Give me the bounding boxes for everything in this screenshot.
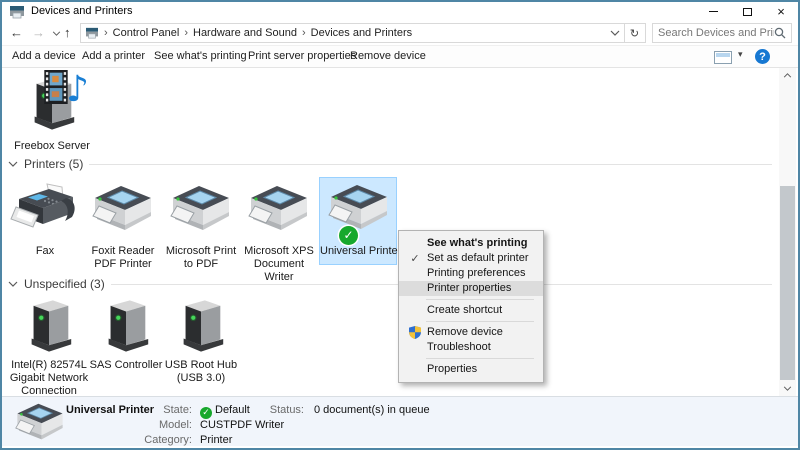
crumb-separator-icon: ›	[184, 27, 188, 39]
category-label: Category:	[122, 434, 192, 446]
printer-item-foxit-reader-pdf[interactable]: Foxit Reader PDF Printer	[84, 177, 162, 265]
refresh-button[interactable]: ↻	[624, 23, 646, 43]
status-value: 0 document(s) in queue	[314, 404, 430, 416]
back-button[interactable]: ←	[10, 25, 23, 40]
title-bar: Devices and Printers ×	[2, 2, 798, 21]
tower-device-icon	[97, 298, 155, 354]
printer-item-microsoft-print-to-pdf[interactable]: Microsoft Print to PDF	[162, 177, 240, 265]
menu-item-printing-preferences[interactable]: Printing preferences	[399, 266, 543, 281]
details-pane: Universal Printer State: ✓Default Model:…	[2, 396, 798, 446]
model-label: Model:	[122, 419, 192, 431]
see-whats-printing-button[interactable]: See what's printing	[154, 50, 247, 62]
collapse-chevron-icon	[8, 281, 18, 287]
address-bar: ← → ↑ › Control Panel › Hardware and Sou…	[2, 21, 798, 45]
close-button[interactable]: ×	[764, 2, 798, 21]
printer-label: Fax	[6, 245, 84, 258]
printer-icon	[91, 185, 155, 237]
device-item-freebox-server[interactable]: ♪ Freebox Server	[10, 70, 94, 156]
section-header-printers[interactable]: Printers (5)	[8, 157, 772, 171]
uac-shield-icon	[406, 325, 424, 340]
add-printer-button[interactable]: Add a printer	[82, 50, 145, 62]
menu-separator	[426, 358, 534, 359]
vertical-scrollbar[interactable]	[779, 68, 796, 396]
category-value: Printer	[200, 434, 232, 446]
section-header-unspecified[interactable]: Unspecified (3)	[8, 277, 772, 291]
status-label: Status:	[242, 404, 304, 416]
menu-item-remove-device[interactable]: Remove device	[399, 325, 543, 340]
device-label: USB Root Hub (USB 3.0)	[158, 359, 244, 385]
view-dropdown-icon[interactable]: ▾	[738, 50, 743, 60]
section-rule	[89, 164, 772, 165]
printer-label: Foxit Reader PDF Printer	[84, 245, 162, 271]
menu-item-properties[interactable]: Properties	[399, 362, 543, 377]
minimize-button[interactable]	[696, 2, 730, 21]
remove-device-button[interactable]: Remove device	[350, 50, 426, 62]
crumb-devices-and-printers[interactable]: Devices and Printers	[311, 27, 413, 39]
printer-icon	[327, 184, 391, 236]
filmstrip-icon	[44, 70, 68, 104]
menu-item-set-as-default[interactable]: ✓ Set as default printer	[399, 251, 543, 266]
printer-icon	[247, 185, 311, 237]
device-item-intel-network[interactable]: Intel(R) 82574L Gigabit Network Connecti…	[6, 296, 92, 396]
menu-item-create-shortcut[interactable]: Create shortcut	[399, 303, 543, 318]
printer-label: Universal Printer	[320, 245, 396, 258]
section-title: Printers (5)	[24, 157, 83, 171]
device-label: Freebox Server	[10, 140, 94, 153]
music-note-icon: ♪	[66, 72, 89, 108]
up-button[interactable]: ↑	[64, 25, 71, 40]
command-bar: Add a device Add a printer See what's pr…	[2, 45, 798, 68]
change-view-icon[interactable]	[714, 51, 732, 64]
tower-device-icon	[172, 298, 230, 354]
minimize-icon	[709, 11, 718, 12]
menu-separator	[426, 299, 534, 300]
maximize-button[interactable]	[730, 2, 764, 21]
menu-separator	[426, 321, 534, 322]
default-check-icon: ✓	[200, 407, 212, 419]
menu-item-see-whats-printing[interactable]: See what's printing	[399, 236, 543, 251]
scroll-down-icon[interactable]	[779, 381, 796, 396]
crumb-separator-icon: ›	[104, 27, 108, 39]
checkmark-icon: ✓	[406, 251, 424, 266]
section-title: Unspecified (3)	[24, 277, 105, 291]
printer-context-menu: See what's printing ✓ Set as default pri…	[398, 230, 544, 383]
model-value: CUSTPDF Writer	[200, 419, 284, 431]
history-dropdown-icon[interactable]	[52, 31, 61, 36]
breadcrumb[interactable]: › Control Panel › Hardware and Sound › D…	[80, 23, 625, 43]
devices-and-printers-window: Devices and Printers × ← → ↑ › Control P…	[0, 0, 800, 450]
forward-button: →	[32, 25, 45, 40]
tower-device-icon	[20, 298, 78, 354]
device-label: Intel(R) 82574L Gigabit Network Connecti…	[6, 359, 92, 398]
scrollbar-thumb[interactable]	[780, 186, 795, 380]
search-box	[652, 23, 792, 43]
device-label: SAS Controller	[83, 359, 169, 372]
print-server-properties-button[interactable]: Print server properties	[248, 50, 356, 62]
crumb-separator-icon: ›	[302, 27, 306, 39]
device-item-sas-controller[interactable]: SAS Controller	[83, 296, 169, 396]
printer-item-universal-printer[interactable]: ✓ Universal Printer	[319, 177, 397, 265]
state-label: State:	[122, 404, 192, 416]
add-device-button[interactable]: Add a device	[12, 50, 76, 62]
search-icon	[774, 27, 786, 39]
default-printer-badge: ✓	[339, 226, 358, 245]
menu-item-troubleshoot[interactable]: Troubleshoot	[399, 340, 543, 355]
app-icon	[9, 5, 25, 19]
printer-icon	[169, 185, 233, 237]
menu-item-printer-properties[interactable]: Printer properties	[399, 281, 543, 296]
selected-printer-icon	[14, 403, 66, 445]
maximize-icon	[743, 8, 752, 16]
window-title: Devices and Printers	[31, 5, 133, 17]
printer-item-microsoft-xps[interactable]: Microsoft XPS Document Writer	[240, 177, 318, 265]
search-input[interactable]	[658, 27, 774, 39]
printer-label: Microsoft Print to PDF	[162, 245, 240, 271]
address-dropdown-icon[interactable]	[610, 30, 620, 36]
collapse-chevron-icon	[8, 161, 18, 167]
breadcrumb-app-icon	[85, 27, 99, 39]
fax-icon	[9, 183, 81, 237]
crumb-control-panel[interactable]: Control Panel	[113, 27, 180, 39]
device-item-usb-root-hub[interactable]: USB Root Hub (USB 3.0)	[158, 296, 244, 396]
help-icon[interactable]: ?	[755, 49, 770, 64]
crumb-hardware-and-sound[interactable]: Hardware and Sound	[193, 27, 297, 39]
printer-item-fax[interactable]: Fax	[6, 177, 84, 265]
scroll-up-icon[interactable]	[779, 68, 796, 83]
